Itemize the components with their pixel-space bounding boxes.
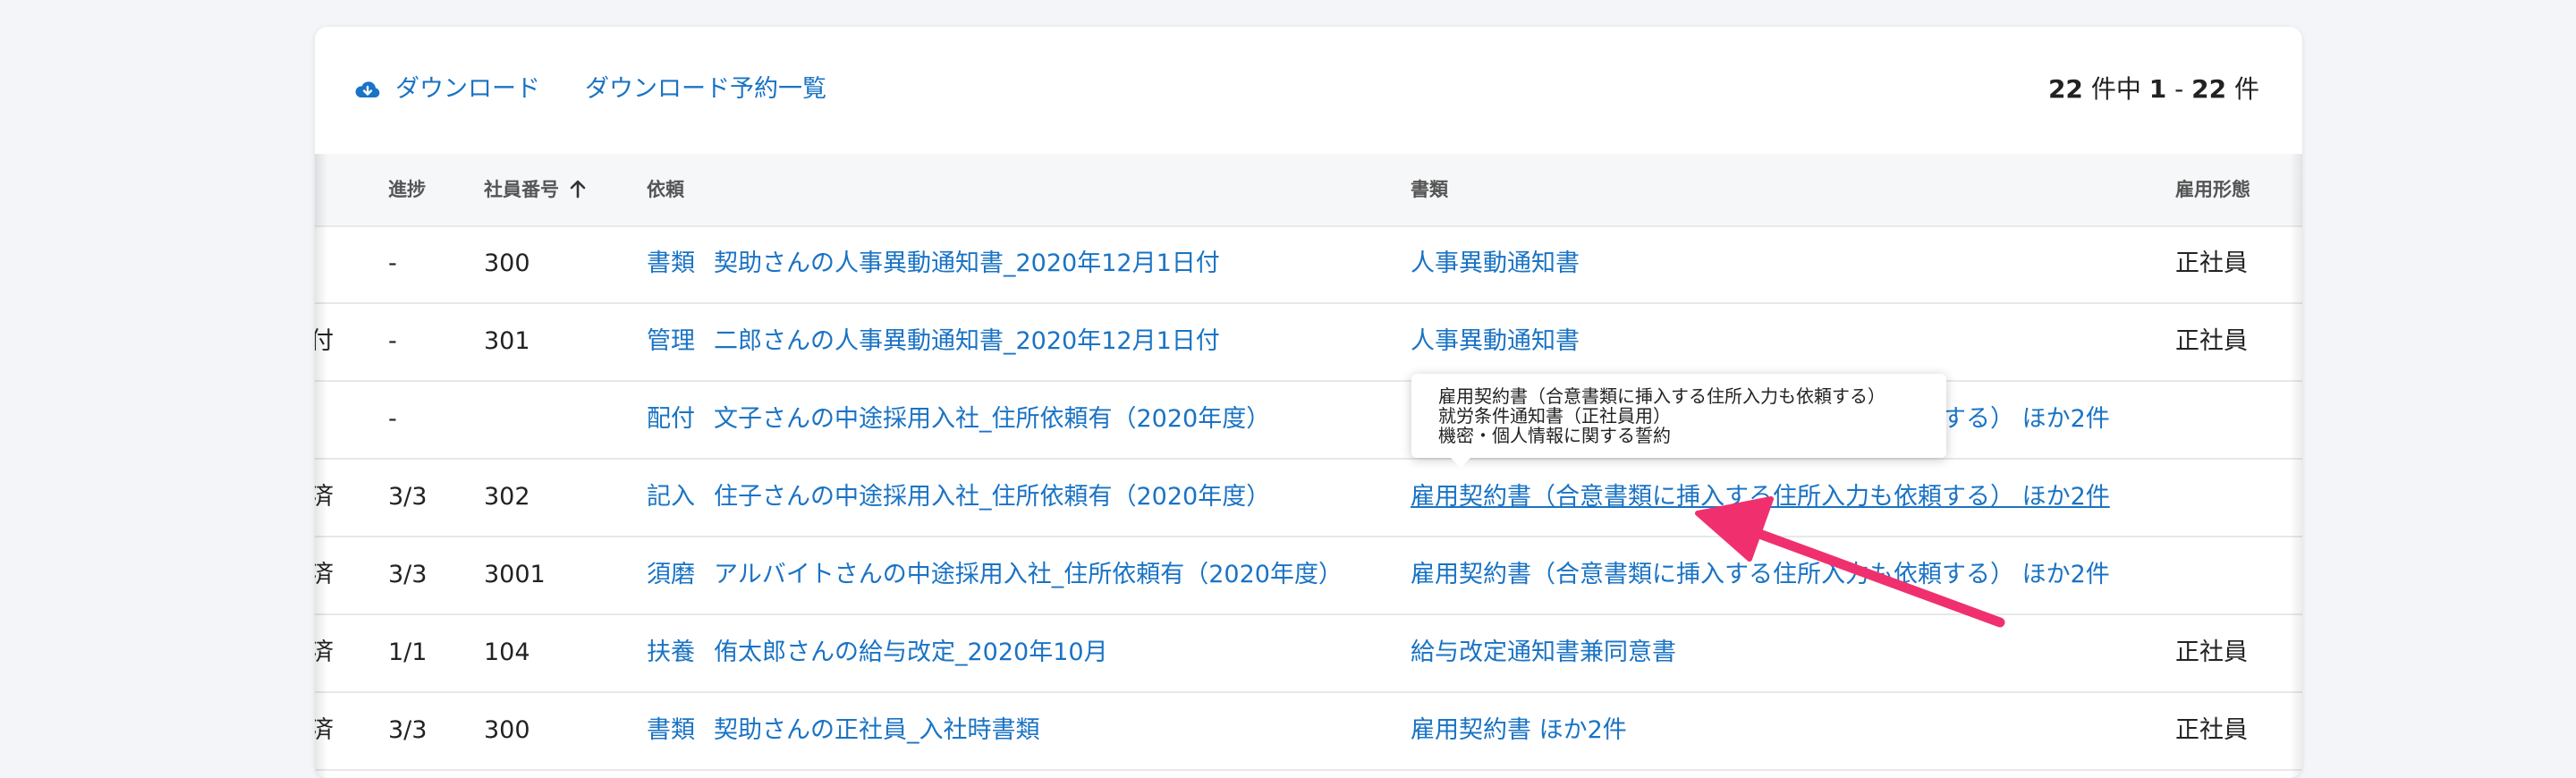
request-tag-link[interactable]: 配付 bbox=[647, 381, 695, 458]
scroll-shadow-left bbox=[315, 154, 327, 778]
count-from: 1 bbox=[2148, 74, 2167, 104]
download-button[interactable]: ダウンロード bbox=[395, 72, 540, 107]
count-mid: 件中 bbox=[2082, 74, 2149, 104]
request-tag-link[interactable]: 須磨 bbox=[647, 537, 695, 613]
tooltip-tail bbox=[1451, 458, 1470, 468]
request-tag-link[interactable]: 管理 bbox=[647, 303, 695, 380]
scroll-shadow-right bbox=[2290, 154, 2302, 778]
request-tag-link[interactable]: 記入 bbox=[647, 459, 695, 536]
employment-type-cell: 正社員 bbox=[2175, 249, 2248, 277]
column-header-documents[interactable]: 書類 bbox=[1411, 154, 1448, 225]
progress-cell: - bbox=[388, 249, 397, 277]
employee-no-cell: 300 bbox=[484, 716, 530, 744]
table-row[interactable]: 付-301管理二郎さんの人事異動通知書_2020年12月1日付人事異動通知書正社… bbox=[315, 303, 2302, 382]
tooltip-line: 就労条件通知書（正社員用） bbox=[1438, 405, 1671, 427]
request-link[interactable]: 文子さんの中途採用入社_住所依頼有（2020年度） bbox=[714, 381, 1270, 458]
progress-cell: - bbox=[388, 327, 397, 355]
column-header-progress[interactable]: 進捗 bbox=[388, 154, 426, 225]
column-header-employment-type[interactable]: 雇用形態 bbox=[2175, 154, 2250, 225]
request-link[interactable]: 二郎さんの人事異動通知書_2020年12月1日付 bbox=[714, 303, 1220, 380]
table-row[interactable]: 済1/1104扶養侑太郎さんの給与改定_2020年10月給与改定通知書兼同意書正… bbox=[315, 614, 2302, 693]
progress-cell: 3/3 bbox=[388, 483, 428, 511]
employment-type-cell: 正社員 bbox=[2175, 327, 2248, 355]
documents-link[interactable]: 雇用契約書（合意書類に挿入する住所入力も依頼する） ほか2件 bbox=[1411, 459, 2110, 536]
request-link[interactable]: 契助さんの人事異動通知書_2020年12月1日付 bbox=[714, 225, 1220, 302]
table-toolbar: ダウンロード ダウンロード予約一覧 22 件中 1 - 22 件 bbox=[315, 27, 2302, 154]
table-row[interactable]: 済3/33001須磨アルバイトさんの中途採用入社_住所依頼有（2020年度）雇用… bbox=[315, 537, 2302, 615]
employment-type-cell: 正社員 bbox=[2175, 638, 2248, 666]
tooltip-line: 雇用契約書（合意書類に挿入する住所入力も依頼する） bbox=[1438, 385, 1885, 407]
documents-link[interactable]: 人事異動通知書 bbox=[1411, 225, 1580, 302]
arrow-up-icon[interactable] bbox=[569, 179, 587, 199]
progress-cell: 1/1 bbox=[388, 638, 428, 666]
pagination-count: 22 件中 1 - 22 件 bbox=[2048, 72, 2259, 107]
documents-table-card: ダウンロード ダウンロード予約一覧 22 件中 1 - 22 件 進捗 社員番号… bbox=[315, 27, 2302, 778]
request-tag-link[interactable]: 扶養 bbox=[647, 614, 695, 691]
table-row[interactable]: - 配付文子さんの中途採用入社_住所依頼有（2020年度） 雇用契約書（合意書類に挿… bbox=[315, 381, 2302, 460]
request-link[interactable]: 侑太郎さんの給与改定_2020年10月 bbox=[714, 614, 1108, 691]
employee-no-cell: 302 bbox=[484, 483, 530, 511]
documents-tooltip: 雇用契約書（合意書類に挿入する住所入力も依頼する） 就労条件通知書（正社員用） … bbox=[1411, 374, 1946, 468]
progress-cell: 3/3 bbox=[388, 716, 428, 744]
column-header-request[interactable]: 依頼 bbox=[647, 154, 684, 225]
employee-no-cell: 300 bbox=[484, 249, 530, 277]
employee-no-cell: 104 bbox=[484, 638, 530, 666]
cloud-download-icon[interactable] bbox=[354, 79, 381, 102]
count-dash: - bbox=[2166, 74, 2192, 104]
employment-type-cell: 正社員 bbox=[2175, 716, 2248, 744]
documents-link[interactable]: 給与改定通知書兼同意書 bbox=[1411, 614, 1676, 691]
tooltip-line: 機密・個人情報に関する誓約 bbox=[1438, 425, 1671, 446]
table-row[interactable]: 済3/3300書類契助さんの正社員_入社時書類雇用契約書 ほか2件正社員 bbox=[315, 692, 2302, 771]
column-header-employee-no[interactable]: 社員番号 bbox=[484, 154, 559, 225]
count-suffix: 件 bbox=[2226, 74, 2259, 104]
count-to: 22 bbox=[2191, 74, 2227, 104]
table-row[interactable]: 済3/3302記入住子さんの中途採用入社_住所依頼有（2020年度）雇用契約書（… bbox=[315, 459, 2302, 537]
count-total: 22 bbox=[2047, 74, 2083, 104]
progress-cell: 3/3 bbox=[388, 561, 428, 588]
table-row[interactable]: - 300 書類 契助さんの人事異動通知書_2020年12月1日付 人事異動通知書 正社員 bbox=[315, 225, 2302, 304]
request-link[interactable]: アルバイトさんの中途採用入社_住所依頼有（2020年度） bbox=[714, 537, 1343, 613]
documents-link[interactable]: 雇用契約書 ほか2件 bbox=[1411, 692, 1627, 769]
progress-cell: - bbox=[388, 405, 397, 433]
download-reservation-list-link[interactable]: ダウンロード予約一覧 bbox=[585, 72, 826, 107]
request-link[interactable]: 住子さんの中途採用入社_住所依頼有（2020年度） bbox=[714, 459, 1270, 536]
table-header: 進捗 社員番号 依頼 書類 雇用形態 bbox=[315, 154, 2302, 227]
documents-link[interactable]: 人事異動通知書 bbox=[1411, 303, 1580, 380]
employee-no-cell: 301 bbox=[484, 327, 530, 355]
documents-link[interactable]: 雇用契約書（合意書類に挿入する住所入力も依頼する） ほか2件 bbox=[1411, 537, 2110, 613]
request-tag-link[interactable]: 書類 bbox=[647, 692, 695, 769]
request-link[interactable]: 契助さんの正社員_入社時書類 bbox=[714, 692, 1040, 769]
employee-no-cell: 3001 bbox=[484, 561, 546, 588]
request-tag-link[interactable]: 書類 bbox=[647, 225, 695, 302]
